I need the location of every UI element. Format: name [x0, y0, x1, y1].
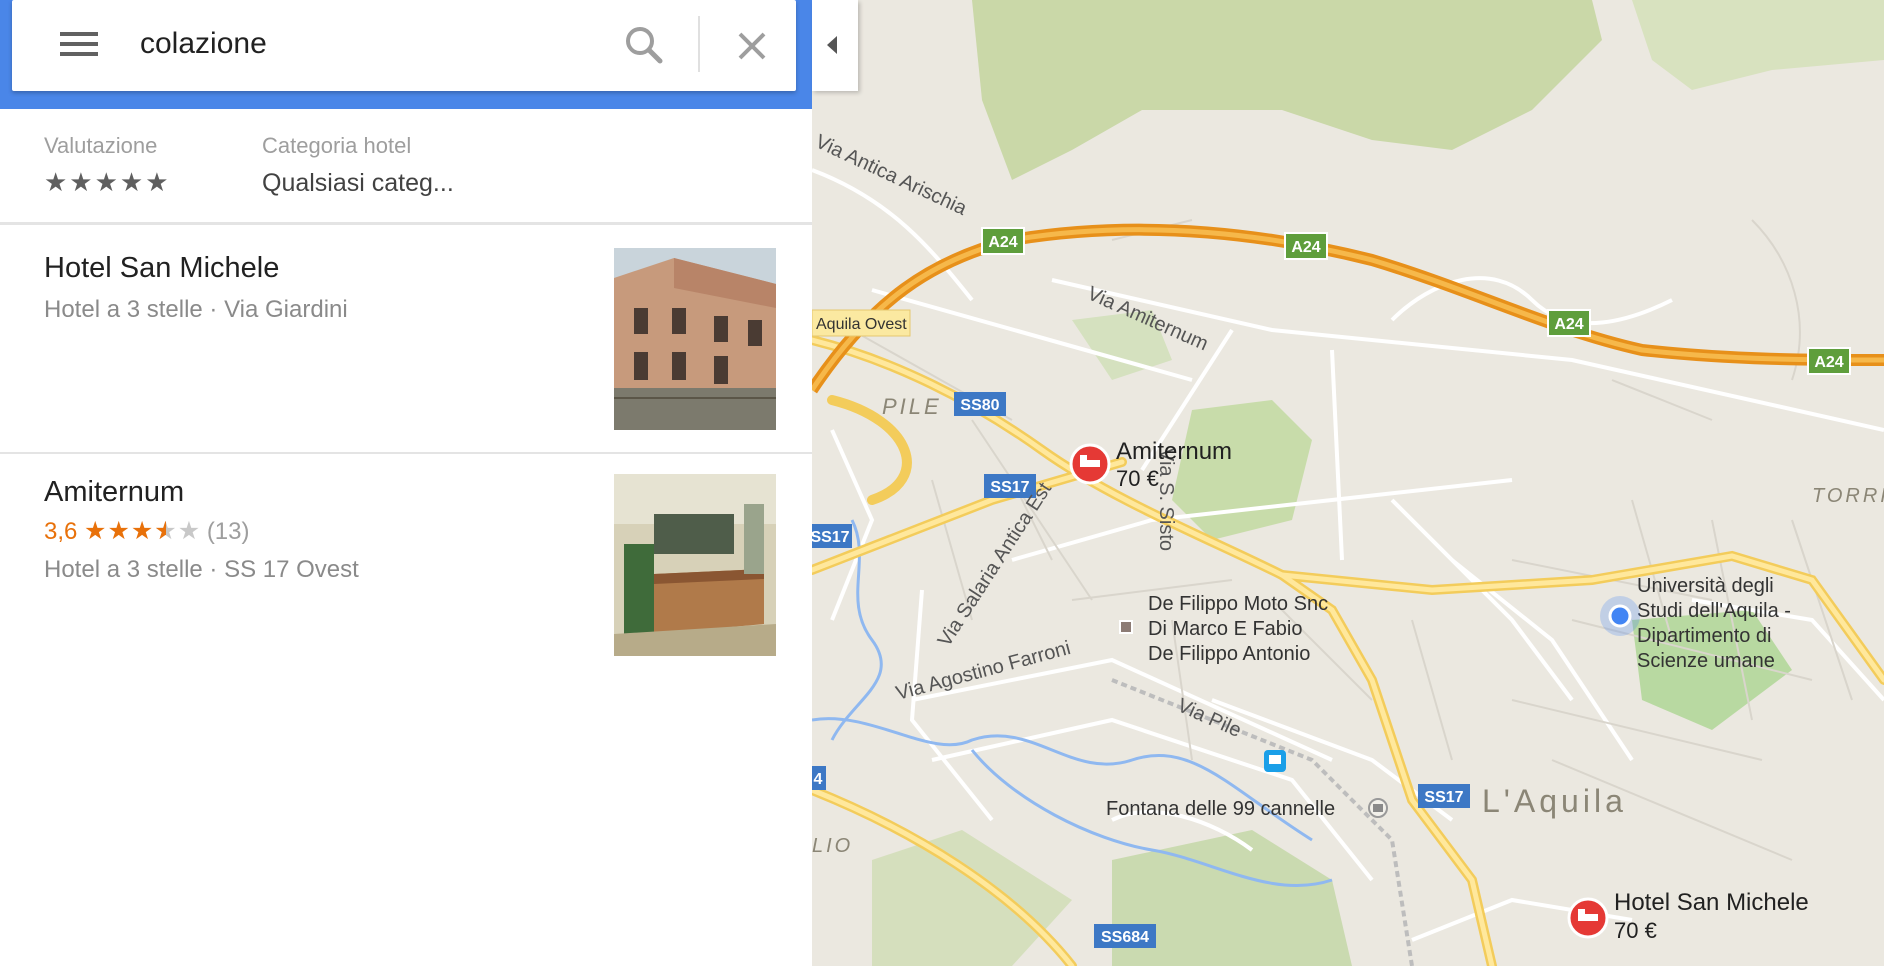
shield-ss80: SS80 — [954, 392, 1006, 416]
menu-icon — [60, 32, 98, 36]
search-icon — [626, 27, 663, 64]
result-subtitle: Hotel a 3 stelle · Via Giardini — [44, 296, 348, 323]
svg-text:Aquila Ovest: Aquila Ovest — [816, 316, 907, 333]
divider — [698, 16, 700, 72]
result-name: Hotel San Michele — [44, 252, 280, 284]
result-name: Amiternum — [44, 476, 185, 508]
camera-icon-body — [1373, 804, 1383, 812]
shop-icon — [1119, 620, 1133, 634]
building-photo-image — [614, 248, 776, 430]
shield-a24: A24 — [1547, 309, 1591, 337]
svg-text:SS17: SS17 — [812, 529, 850, 546]
shield-a24: A24 — [1807, 347, 1851, 375]
rating-value: 3,6 — [44, 518, 78, 545]
bed-icon-pillow — [1080, 455, 1087, 462]
review-count: (13) — [206, 518, 250, 545]
result-hotel-san-michele[interactable]: Hotel San Michele Hotel a 3 stelle · Via… — [0, 228, 812, 450]
svg-text:SS80: SS80 — [960, 397, 999, 414]
result-rating: 3,6 ★★★★★★ (13) — [44, 516, 250, 546]
poi-label: Scienze umane — [1637, 650, 1775, 672]
shield-a24: A24 — [981, 227, 1025, 255]
train-station-icon-window — [1269, 755, 1281, 764]
exit-label-aquila-ovest: Aquila Ovest — [812, 309, 911, 337]
hotel-photo[interactable] — [614, 474, 776, 656]
shield-ss17: SS17 — [1418, 784, 1470, 808]
chevron-left-icon — [827, 36, 837, 54]
close-icon — [738, 32, 766, 60]
shield-cut: 4 — [812, 766, 826, 790]
bed-icon-pillow — [1578, 909, 1585, 916]
poi-label: Di Marco E Fabio — [1148, 618, 1303, 640]
side-panel: Valutazione ★★★★★ Categoria hotel Qualsi… — [0, 0, 812, 966]
category-filter[interactable]: Categoria hotel Qualsiasi categ... — [262, 133, 454, 198]
search-button[interactable] — [616, 18, 672, 74]
poi-label: Dipartimento di — [1637, 625, 1772, 647]
svg-text:A24: A24 — [1554, 316, 1583, 333]
map-canvas[interactable]: A24 A24 A24 A24 SS80 SS17 SS17 SS17 SS68… — [812, 0, 1884, 966]
poi-label: De Filippo Antonio — [1148, 643, 1310, 665]
clear-search-button[interactable] — [724, 18, 780, 74]
rating-stars-empty: ★ — [177, 517, 201, 545]
svg-text:A24: A24 — [988, 234, 1017, 251]
result-subtitle: Hotel a 3 stelle · SS 17 Ovest — [44, 556, 359, 583]
search-input[interactable] — [140, 18, 580, 70]
search-box — [12, 0, 796, 91]
menu-button[interactable] — [48, 22, 112, 70]
area-label: TORRI — [1812, 485, 1884, 507]
category-filter-value: Qualsiasi categ... — [262, 169, 454, 197]
shield-ss684: SS684 — [1094, 924, 1156, 948]
filter-bar: Valutazione ★★★★★ Categoria hotel Qualsi… — [0, 109, 812, 225]
collapse-panel-button[interactable] — [812, 0, 858, 91]
svg-text:A24: A24 — [1814, 354, 1843, 371]
park-area — [1172, 400, 1312, 540]
shield-ss17: SS17 — [812, 524, 852, 548]
svg-text:SS684: SS684 — [1101, 929, 1149, 946]
hotel-photo[interactable] — [614, 248, 776, 430]
svg-text:4: 4 — [814, 771, 823, 788]
shield-a24: A24 — [1284, 232, 1328, 260]
area-label: PILE — [882, 394, 942, 419]
area-label: LIO — [812, 835, 853, 857]
svg-text:SS17: SS17 — [1424, 789, 1463, 806]
svg-text:A24: A24 — [1291, 239, 1320, 256]
category-filter-label: Categoria hotel — [262, 133, 412, 158]
rating-filter[interactable]: Valutazione ★★★★★ — [44, 133, 171, 198]
hotel-marker-price: 70 € — [1614, 918, 1657, 943]
rating-star-half: ★★ — [154, 517, 178, 545]
hotel-marker-name: Hotel San Michele — [1614, 889, 1809, 916]
lobby-photo-image — [614, 474, 776, 656]
rating-stars-filled: ★★★ — [84, 517, 155, 545]
hotel-marker-price: 70 € — [1116, 466, 1159, 491]
poi-label: Università degli — [1637, 575, 1774, 597]
result-amiternum[interactable]: Amiternum 3,6 ★★★★★★ (13) Hotel a 3 stel… — [0, 454, 812, 684]
area-label: L'Aquila — [1482, 783, 1627, 819]
my-location-marker — [1600, 596, 1640, 636]
poi-label: Studi dell'Aquila - — [1637, 600, 1791, 622]
hotel-marker-name: Amiternum — [1116, 438, 1232, 465]
menu-icon-bar — [60, 42, 98, 46]
svg-text:SS17: SS17 — [990, 479, 1029, 496]
poi-label: Fontana delle 99 cannelle — [1106, 798, 1335, 820]
poi-label: De Filippo Moto Snc — [1148, 593, 1328, 615]
menu-icon-bar — [60, 52, 98, 56]
map-svg: A24 A24 A24 A24 SS80 SS17 SS17 SS17 SS68… — [812, 0, 1884, 966]
rating-filter-stars: ★★★★★ — [44, 167, 171, 197]
rating-filter-label: Valutazione — [44, 133, 158, 158]
